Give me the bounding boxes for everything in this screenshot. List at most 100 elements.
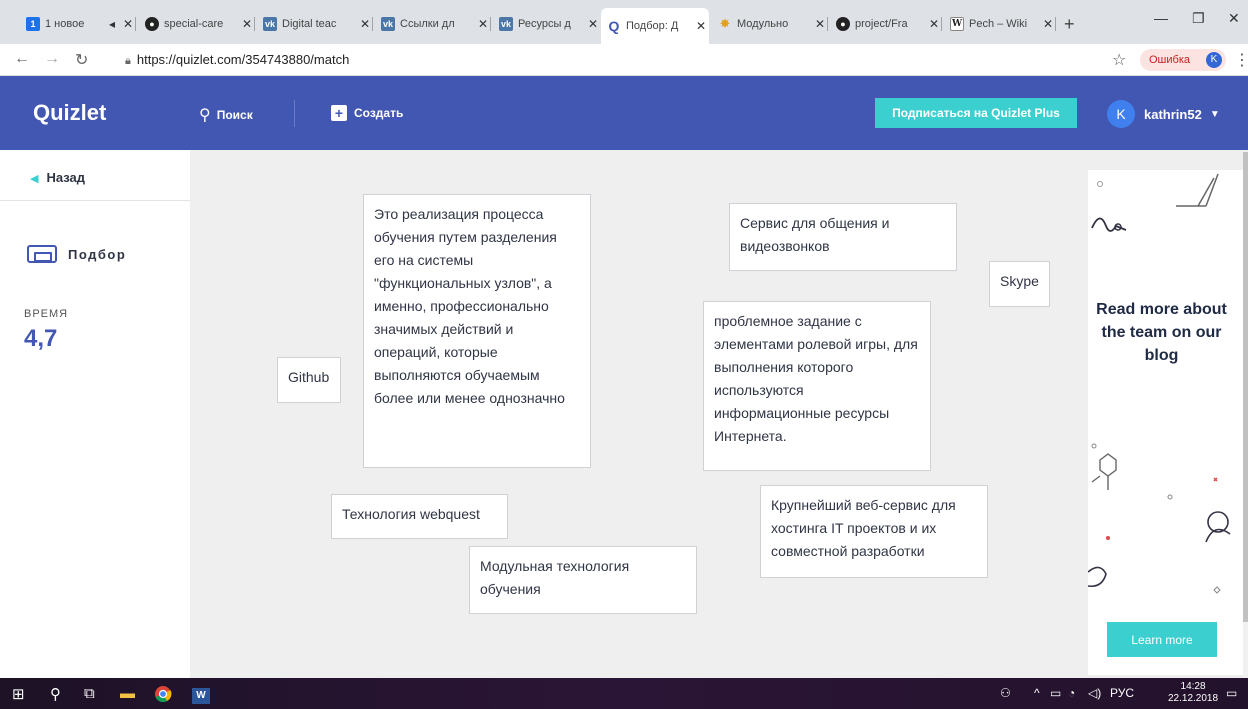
tab-label: Ссылки дл [400, 18, 455, 30]
error-label: Ошибка [1149, 54, 1190, 66]
search-icon[interactable]: ⚲ [50, 685, 61, 703]
chevron-up-icon[interactable]: ^ [1034, 686, 1040, 700]
timer-value: 4,7 [24, 325, 58, 352]
window-close-icon[interactable]: ✕ [1228, 10, 1240, 27]
mode-title: Подбор [27, 245, 126, 263]
windows-start-icon[interactable]: ⊞ [12, 685, 25, 703]
menu-dots-icon[interactable]: ⋮ [1234, 50, 1248, 70]
tab-label: special-care [164, 18, 224, 30]
chrome-icon[interactable] [154, 685, 172, 707]
tab-label: Pech – Wiki [969, 18, 1028, 30]
match-card[interactable]: Сервис для общения и видеозвонков [729, 203, 957, 271]
match-card[interactable]: Крупнейший веб-сервис для хостинга IT пр… [760, 485, 988, 578]
match-card[interactable]: Технология webquest [331, 494, 508, 539]
close-icon[interactable]: ✕ [693, 19, 709, 33]
mode-label: Подбор [68, 246, 127, 262]
quizlet-icon: Q [608, 18, 620, 34]
clock-date: 22.12.2018 [1168, 693, 1219, 704]
file-explorer-icon[interactable]: ▬ [120, 685, 135, 702]
timer-label: ВРЕМЯ [24, 308, 69, 320]
reload-icon[interactable]: ↻ [75, 50, 88, 70]
site-header: Quizlet ⚲ Поиск + Создать Подписаться на… [0, 76, 1248, 150]
profile-avatar: K [1206, 52, 1222, 68]
windows-taskbar: ⊞ ⚲ ⧉ ▬ W ⚇ ^ ▭ ◔ ◁) РУС 14:28 22.12.201… [0, 678, 1248, 709]
browser-tab[interactable]: 1 1 новое ◂ ✕ [20, 13, 136, 35]
tab-label: 1 новое [45, 18, 85, 30]
battery-icon[interactable]: ▭ [1050, 686, 1061, 700]
close-icon[interactable]: ✕ [357, 17, 373, 31]
back-arrow-icon[interactable]: ← [14, 50, 30, 68]
match-card[interactable]: Это реализация процесса обучения путем р… [363, 194, 591, 468]
browser-tab[interactable]: vk Digital teac ✕ [257, 13, 373, 35]
tab-label: Ресурсы д [518, 18, 571, 30]
browser-tab[interactable]: ● special-care ✕ [139, 13, 255, 35]
vk-icon: 1 [26, 17, 40, 31]
match-card[interactable]: проблемное задание с элементами ролевой … [703, 301, 931, 471]
volume-icon[interactable]: ◁) [1088, 686, 1101, 700]
clock[interactable]: 14:28 22.12.2018 [1168, 681, 1218, 705]
new-tab-button[interactable]: + [1064, 14, 1075, 35]
avatar: K [1107, 100, 1135, 128]
close-icon[interactable]: ✕ [812, 17, 828, 31]
github-icon: ● [836, 17, 850, 31]
lock-icon: 🔒︎ [125, 55, 131, 67]
ad-panel: Read more about the team on our blog Lea… [1088, 170, 1243, 675]
language-indicator[interactable]: РУС [1110, 686, 1134, 700]
header-divider [294, 100, 295, 127]
close-icon[interactable]: ✕ [1040, 17, 1056, 31]
quizlet-logo[interactable]: Quizlet [33, 100, 106, 126]
search-button[interactable]: ⚲ Поиск [199, 105, 253, 125]
mute-icon[interactable]: ◂ [104, 17, 120, 31]
browser-tab-active[interactable]: Q Подбор: Д ✕ [601, 8, 709, 44]
create-label: Создать [354, 106, 404, 120]
subscribe-plus-button[interactable]: Подписаться на Quizlet Plus [875, 98, 1077, 128]
notifications-icon[interactable]: ▭ [1226, 686, 1237, 700]
address-bar: ← → ↻ 🔒︎ https://quizlet.com/354743880/ma… [0, 44, 1248, 76]
match-card[interactable]: Модульная технология обучения [469, 546, 697, 614]
browser-tab[interactable]: W Pech – Wiki ✕ [944, 13, 1056, 35]
ad-doodle-illustration [1088, 173, 1231, 594]
browser-tab[interactable]: vk Ссылки дл ✕ [375, 13, 491, 35]
match-mode-icon [27, 245, 57, 263]
tab-label: Digital teac [282, 18, 337, 30]
username: kathrin52 [1144, 106, 1202, 122]
close-icon[interactable]: ✕ [585, 17, 601, 31]
github-icon: ● [145, 17, 159, 31]
people-icon[interactable]: ⚇ [1000, 686, 1011, 700]
search-icon: ⚲ [199, 107, 211, 124]
match-card[interactable]: Github [277, 357, 341, 403]
profile-error-button[interactable]: Ошибка K [1140, 49, 1226, 71]
ad-text: Read more about the team on our blog [1096, 301, 1227, 364]
scrollbar-thumb[interactable] [1243, 152, 1248, 622]
create-button[interactable]: + Создать [331, 105, 403, 121]
bookmark-star-icon[interactable]: ☆ [1112, 50, 1126, 70]
search-label: Поиск [216, 108, 253, 122]
close-icon[interactable]: ✕ [239, 17, 255, 31]
close-icon[interactable]: ✕ [120, 17, 136, 31]
close-icon[interactable]: ✕ [475, 17, 491, 31]
back-button[interactable]: ◀ Назад [30, 170, 85, 185]
tab-label: Модульно [737, 18, 789, 30]
vk-icon: vk [499, 17, 513, 31]
close-icon[interactable]: ✕ [926, 17, 942, 31]
forward-arrow-icon[interactable]: → [44, 50, 60, 68]
browser-tab[interactable]: vk Ресурсы д ✕ [493, 13, 601, 35]
match-sidebar: ◀ Назад Подбор ВРЕМЯ 4,7 [0, 150, 190, 678]
sidebar-divider [0, 200, 190, 201]
browser-tab[interactable]: ✸ Модульно ✕ [712, 13, 828, 35]
learn-more-button[interactable]: Learn more [1107, 622, 1217, 657]
maximize-icon[interactable]: ❐ [1192, 10, 1205, 27]
star-icon: ✸ [719, 16, 731, 31]
wifi-icon[interactable]: ◔ [1068, 686, 1075, 700]
user-menu[interactable]: K kathrin52 ▼ [1107, 100, 1220, 128]
url-field[interactable]: 🔒︎ https://quizlet.com/354743880/match [125, 52, 349, 68]
browser-tab[interactable]: ● project/Fra ✕ [830, 13, 942, 35]
tab-label: project/Fra [855, 18, 908, 30]
word-icon[interactable]: W [192, 685, 210, 704]
browser-tab-strip: 1 1 новое ◂ ✕ ● special-care ✕ vk Digita… [0, 0, 1248, 44]
chevron-left-icon: ◀ [30, 173, 39, 185]
minimize-icon[interactable]: — [1154, 10, 1168, 26]
back-label: Назад [46, 170, 86, 185]
task-view-icon[interactable]: ⧉ [84, 685, 95, 702]
match-card[interactable]: Skype [989, 261, 1050, 307]
